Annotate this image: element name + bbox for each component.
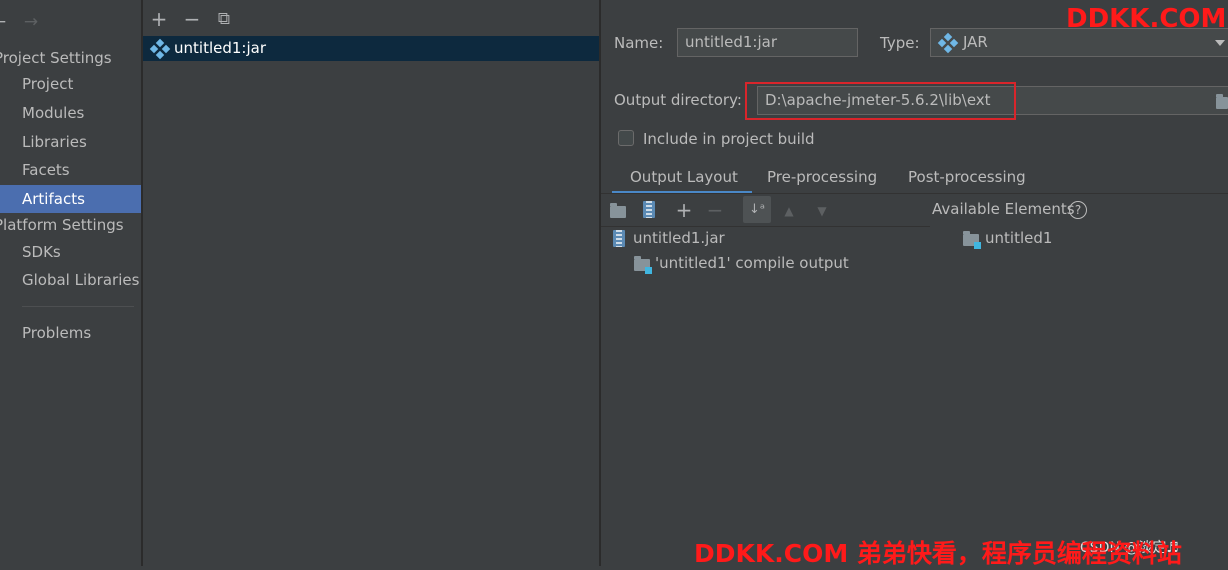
create-archive-icon[interactable] bbox=[643, 201, 655, 218]
nav-item-artifacts[interactable]: Artifacts bbox=[22, 190, 85, 208]
name-field[interactable]: untitled1:jar bbox=[677, 28, 858, 57]
copy-artifact-button[interactable]: ⧉ bbox=[215, 9, 233, 29]
back-arrow-icon[interactable]: ← bbox=[0, 12, 8, 32]
artifacts-list-panel bbox=[143, 0, 599, 566]
layout-tree-item[interactable]: untitled1.jar bbox=[633, 229, 725, 247]
artifact-diamond-icon bbox=[149, 38, 171, 60]
watermark-top: DDKK.COM bbox=[1066, 4, 1227, 34]
folder-module-icon bbox=[634, 256, 652, 274]
include-in-build-label[interactable]: Include in project build bbox=[643, 130, 815, 148]
move-down-icon[interactable]: ▼ bbox=[813, 201, 831, 221]
available-element-item[interactable]: untitled1 bbox=[985, 229, 1052, 247]
add-copy-of-icon[interactable]: + bbox=[675, 200, 693, 220]
module-folder-icon bbox=[963, 231, 981, 249]
watermark-bottom: DDKK.COM 弟弟快看，程序员编程资料站 bbox=[694, 539, 1182, 568]
type-select-value: JAR bbox=[963, 33, 988, 51]
type-label: Type: bbox=[880, 34, 920, 52]
panel-separator bbox=[599, 0, 601, 566]
available-elements-title: Available Elements bbox=[932, 200, 1075, 218]
jar-icon bbox=[613, 230, 625, 247]
output-directory-highlight bbox=[745, 82, 1016, 120]
jar-type-diamond-icon bbox=[937, 32, 959, 54]
help-icon[interactable]: ? bbox=[1069, 201, 1087, 219]
new-directory-icon[interactable] bbox=[610, 203, 626, 218]
nav-item-global-libraries[interactable]: Global Libraries bbox=[22, 271, 139, 289]
move-up-icon[interactable]: ▲ bbox=[780, 201, 798, 221]
include-in-build-checkbox[interactable] bbox=[618, 130, 634, 146]
browse-folder-icon[interactable] bbox=[1216, 94, 1228, 109]
tab-divider bbox=[601, 193, 1228, 194]
remove-artifact-button[interactable]: − bbox=[183, 9, 201, 29]
artifact-list-item-label: untitled1:jar bbox=[174, 39, 266, 57]
nav-item-problems[interactable]: Problems bbox=[22, 324, 91, 342]
nav-item-facets[interactable]: Facets bbox=[22, 161, 70, 179]
nav-divider bbox=[22, 306, 134, 307]
layout-tree-item[interactable]: 'untitled1' compile output bbox=[655, 254, 849, 272]
tab-output-layout[interactable]: Output Layout bbox=[630, 168, 738, 186]
nav-item-project[interactable]: Project bbox=[22, 75, 73, 93]
tab-pre-processing[interactable]: Pre-processing bbox=[767, 168, 877, 186]
settings-nav-panel: ← → Project Settings Project Modules Lib… bbox=[0, 0, 141, 566]
nav-item-libraries[interactable]: Libraries bbox=[22, 133, 87, 151]
name-label: Name: bbox=[614, 34, 664, 52]
sort-az-icon: ↓ᵃ bbox=[749, 202, 765, 217]
nav-item-modules[interactable]: Modules bbox=[22, 104, 84, 122]
nav-item-sdks[interactable]: SDKs bbox=[22, 243, 61, 261]
output-directory-label: Output directory: bbox=[614, 91, 742, 109]
chevron-down-icon bbox=[1215, 40, 1225, 46]
add-artifact-button[interactable]: + bbox=[150, 9, 168, 29]
remove-element-icon[interactable]: − bbox=[706, 200, 724, 220]
platform-settings-header: Platform Settings bbox=[0, 216, 124, 234]
tab-post-processing[interactable]: Post-processing bbox=[908, 168, 1026, 186]
forward-arrow-icon[interactable]: → bbox=[22, 12, 40, 32]
project-settings-header: Project Settings bbox=[0, 49, 112, 67]
